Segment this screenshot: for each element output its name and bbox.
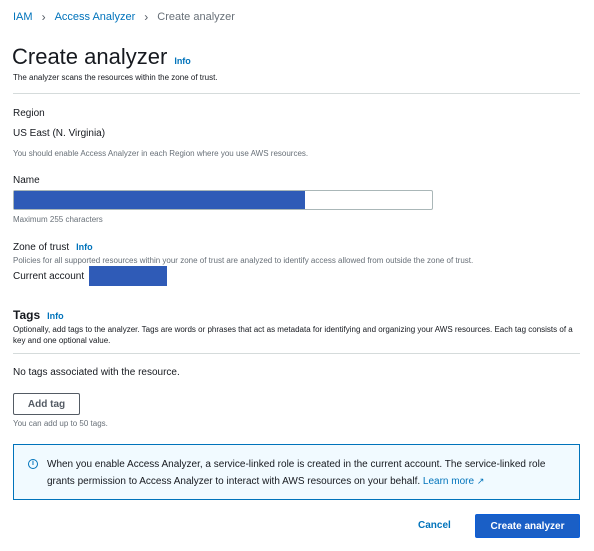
current-account-label: Current account [13, 271, 85, 282]
divider [13, 93, 580, 94]
external-link-icon: ↗ [476, 476, 485, 486]
region-label: Region [13, 108, 45, 119]
zone-of-trust-header: Zone of trust Info [13, 242, 93, 253]
chevron-right-icon: › [144, 10, 149, 24]
breadcrumb: IAM › Access Analyzer › Create analyzer [13, 10, 235, 24]
tags-header: Tags Info [13, 308, 64, 322]
breadcrumb-access-analyzer[interactable]: Access Analyzer [55, 11, 136, 23]
page-title: Create analyzer [12, 44, 168, 69]
redacted-name-value [14, 191, 305, 209]
learn-more-label: Learn more [422, 476, 475, 487]
tags-description: Optionally, add tags to the analyzer. Ta… [13, 325, 573, 345]
tags-title: Tags [13, 308, 41, 322]
cancel-button[interactable]: Cancel [418, 520, 451, 531]
tags-limit-hint: You can add up to 50 tags. [13, 419, 108, 428]
page-description: The analyzer scans the resources within … [13, 73, 218, 82]
add-tag-button[interactable]: Add tag [13, 393, 80, 415]
name-label: Name [13, 175, 40, 186]
create-analyzer-button[interactable]: Create analyzer [475, 514, 580, 538]
redacted-account-id [89, 266, 167, 286]
page-header: Create analyzer Info [12, 44, 191, 70]
tags-empty-message: No tags associated with the resource. [13, 367, 180, 378]
divider [13, 353, 580, 354]
info-link-tags[interactable]: Info [47, 311, 64, 321]
learn-more-link[interactable]: Learn more ↗ [423, 476, 484, 487]
zone-of-trust-label: Zone of trust [13, 242, 70, 253]
info-icon: i [28, 459, 38, 469]
info-link-header[interactable]: Info [174, 56, 191, 66]
name-hint: Maximum 255 characters [13, 215, 103, 224]
breadcrumb-current: Create analyzer [157, 11, 235, 23]
chevron-right-icon: › [41, 10, 46, 24]
region-value: US East (N. Virginia) [13, 128, 106, 139]
info-link-zone[interactable]: Info [76, 242, 93, 252]
info-alert: i When you enable Access Analyzer, a ser… [13, 444, 580, 500]
zone-hint: Policies for all supported resources wit… [13, 256, 474, 265]
name-input[interactable] [13, 190, 433, 210]
region-hint: You should enable Access Analyzer in eac… [13, 149, 309, 158]
breadcrumb-iam[interactable]: IAM [13, 11, 33, 23]
alert-message: When you enable Access Analyzer, a servi… [47, 457, 567, 490]
